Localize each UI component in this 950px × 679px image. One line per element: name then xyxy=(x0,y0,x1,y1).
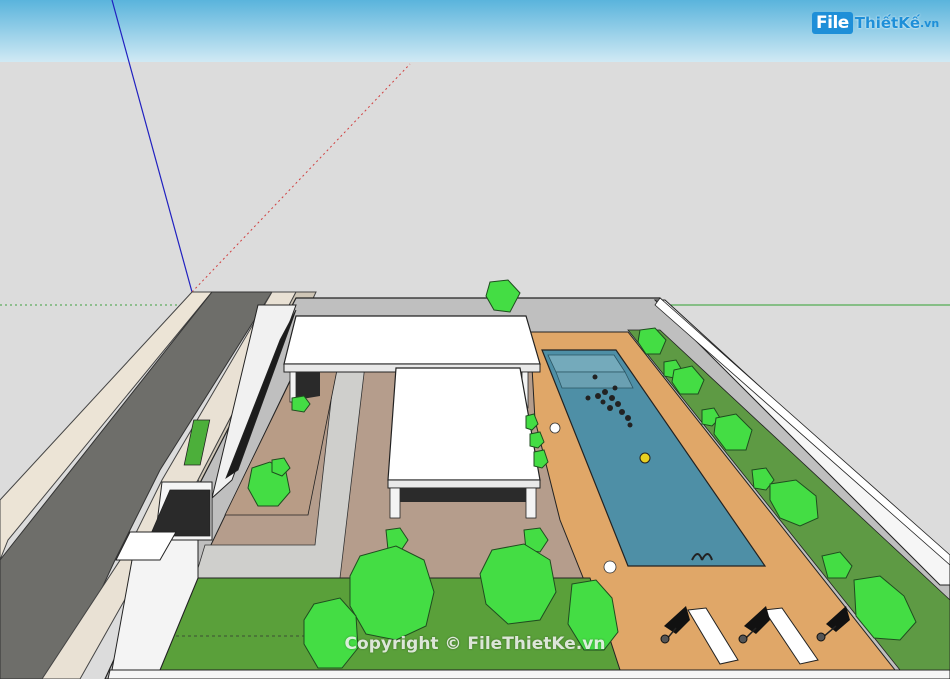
logo-brand-text: ThiếtKế xyxy=(854,14,920,32)
house-shadow xyxy=(296,372,320,400)
beach-ball xyxy=(639,452,651,464)
pillar-1 xyxy=(389,487,401,519)
deck-light-2 xyxy=(603,560,617,574)
house-interior-shadow xyxy=(400,488,526,502)
house-model-render xyxy=(0,0,950,679)
copyright-watermark: Copyright © FileThietKe.vn xyxy=(344,634,606,654)
logo-file-badge: File xyxy=(812,12,853,34)
boundary-wall-bottom xyxy=(107,669,950,679)
deck-light-1 xyxy=(549,422,561,434)
pool-steps xyxy=(547,354,626,373)
pool-steps-2 xyxy=(555,371,634,389)
pillar-2 xyxy=(525,487,537,519)
roof-lower xyxy=(387,367,541,481)
sketchup-viewport: File ThiếtKế .vn Copyright © FileThietKe… xyxy=(0,0,950,679)
roof-upper xyxy=(283,315,541,365)
roof-lower-edge xyxy=(387,479,541,489)
logo-tld: .vn xyxy=(920,16,940,30)
sky xyxy=(0,0,950,64)
brand-logo: File ThiếtKế .vn xyxy=(812,12,939,34)
